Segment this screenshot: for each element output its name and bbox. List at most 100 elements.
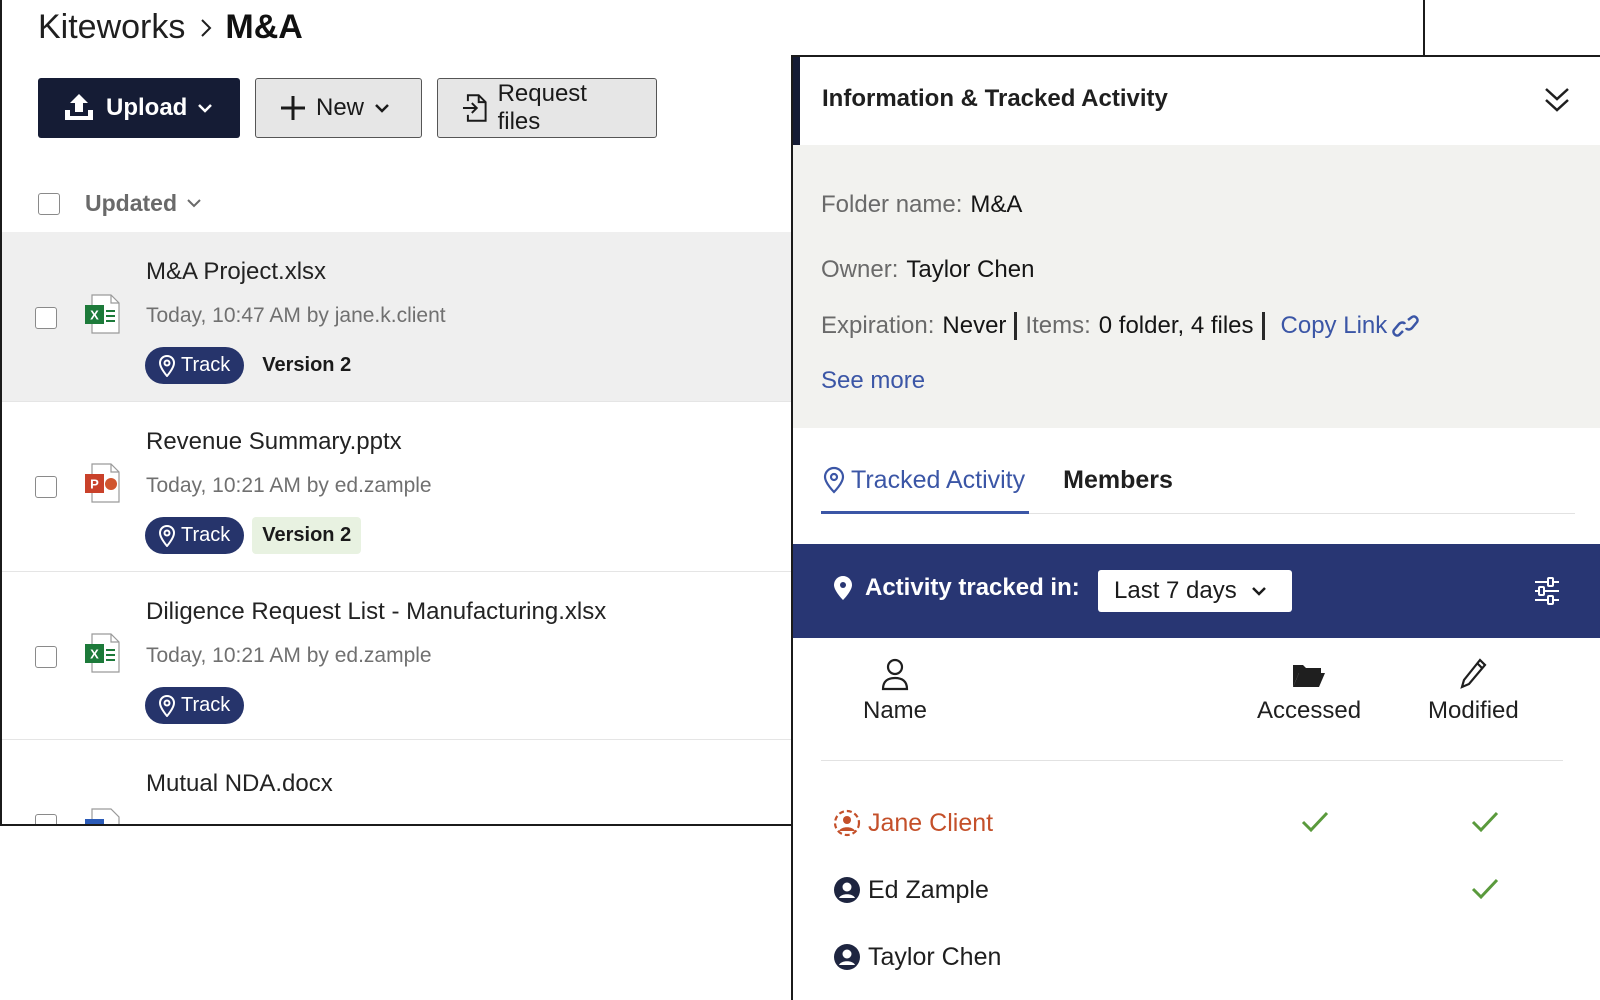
modified-check-icon <box>1471 878 1499 900</box>
location-pin-icon <box>159 524 175 547</box>
list-header: Updated <box>38 190 201 217</box>
modified-check-icon <box>1471 811 1499 833</box>
folder-info: Folder name: M&A Owner: Taylor Chen Expi… <box>793 145 1600 428</box>
file-meta: Today, 10:21 AM by ed.zample <box>146 644 432 667</box>
filter-label-group: Activity tracked in: <box>833 574 1080 602</box>
link-icon <box>1392 315 1419 337</box>
upload-label: Upload <box>106 94 188 121</box>
chevron-down-icon <box>375 104 389 113</box>
excel-file-icon: X <box>85 633 120 673</box>
copy-link-label: Copy Link <box>1280 312 1388 339</box>
folder-open-icon <box>1293 665 1326 687</box>
breadcrumb-current: M&A <box>225 8 303 46</box>
svg-text:P: P <box>90 477 99 492</box>
file-tags: Track Version 2 <box>145 517 362 554</box>
version-badge: Version 2 <box>252 517 362 554</box>
track-badge[interactable]: Track <box>145 347 245 384</box>
see-more-link[interactable]: See more <box>821 367 925 395</box>
divider <box>1014 312 1018 340</box>
activity-row[interactable]: Taylor Chen <box>833 927 1568 987</box>
copy-link[interactable]: Copy Link <box>1281 312 1422 340</box>
track-label: Track <box>181 524 231 546</box>
info-panel: Information & Tracked Activity Folder na… <box>791 55 1600 1000</box>
new-button[interactable]: New <box>255 78 422 138</box>
location-pin-icon <box>823 466 845 494</box>
owner-value: Taylor Chen <box>906 256 1035 283</box>
svg-text:W: W <box>89 823 101 827</box>
panel-header: Information & Tracked Activity <box>793 57 1600 145</box>
row-checkbox[interactable] <box>35 646 57 668</box>
expiration-label: Expiration: <box>821 312 935 339</box>
breadcrumb-root[interactable]: Kiteworks <box>38 8 185 47</box>
request-files-button[interactable]: Request files <box>437 78 657 138</box>
expiration-value: Never <box>942 312 1007 339</box>
upload-button[interactable]: Upload <box>38 78 240 138</box>
panel-tabs: Tracked Activity Members <box>821 462 1575 514</box>
member-name: Jane Client <box>833 809 993 838</box>
select-all-checkbox[interactable] <box>38 192 60 215</box>
member-name: Ed Zample <box>833 876 989 905</box>
plus-icon <box>281 96 305 120</box>
member-name-label: Taylor Chen <box>868 942 1002 971</box>
pencil-icon <box>1460 658 1487 689</box>
chevron-down-icon <box>198 104 213 113</box>
version-badge: Version 2 <box>262 354 352 376</box>
owner-row: Owner: Taylor Chen <box>821 256 1034 284</box>
activity-table-header: Name Accessed Modified <box>821 657 1563 761</box>
row-checkbox[interactable] <box>35 476 57 498</box>
track-label: Track <box>181 694 231 716</box>
tab-tracked-activity-label: Tracked Activity <box>851 466 1026 494</box>
location-pin-icon <box>159 354 175 377</box>
filter-label: Activity tracked in: <box>865 574 1080 601</box>
member-name: Taylor Chen <box>833 943 1001 972</box>
file-name[interactable]: Diligence Request List - Manufacturing.x… <box>146 598 606 626</box>
modified-column-header: Modified <box>1428 657 1519 725</box>
upload-icon <box>65 94 93 120</box>
new-label: New <box>316 94 365 121</box>
tab-members[interactable]: Members <box>1063 462 1173 514</box>
accessed-column-header: Accessed <box>1257 657 1361 725</box>
file-name[interactable]: Revenue Summary.pptx <box>146 428 402 456</box>
svg-text:X: X <box>90 647 99 662</box>
track-badge[interactable]: Track <box>145 517 245 554</box>
person-icon <box>881 658 909 691</box>
request-file-icon <box>462 94 487 122</box>
tab-tracked-activity[interactable]: Tracked Activity <box>821 462 1030 514</box>
activity-row[interactable]: Ed Zample <box>833 860 1568 920</box>
toolbar: Upload New Request files <box>38 78 657 138</box>
chevron-down-icon <box>187 199 201 208</box>
owner-label: Owner: <box>821 256 899 283</box>
chevron-right-icon <box>199 18 213 38</box>
activity-row[interactable]: Jane Client <box>833 793 1568 853</box>
file-tags: Track <box>145 687 245 724</box>
word-file-icon: W <box>85 808 120 827</box>
row-checkbox[interactable] <box>35 814 57 824</box>
folder-name-label: Folder name: <box>821 191 963 218</box>
file-name[interactable]: M&A Project.xlsx <box>146 258 326 286</box>
chevron-down-icon <box>1251 587 1266 596</box>
row-checkbox[interactable] <box>35 307 57 329</box>
panel-title: Information & Tracked Activity <box>822 85 1168 112</box>
file-meta: Today, 10:47 AM by jane.k.client <box>146 304 446 327</box>
sort-label: Updated <box>85 190 177 216</box>
collapse-chevrons-icon[interactable] <box>1544 85 1570 115</box>
track-badge[interactable]: Track <box>145 687 245 724</box>
name-column-label: Name <box>863 697 928 724</box>
modified-column-label: Modified <box>1428 697 1519 724</box>
expiration-row: Expiration: Never Items: 0 folder, 4 fil… <box>821 312 1421 340</box>
activity-filter-bar: Activity tracked in: Last 7 days <box>793 544 1600 638</box>
date-range-select[interactable]: Last 7 days <box>1098 570 1292 612</box>
svg-text:X: X <box>90 308 99 323</box>
excel-file-icon: X <box>85 294 120 334</box>
sort-dropdown[interactable]: Updated <box>85 190 201 217</box>
accessed-check-icon <box>1301 811 1329 833</box>
filter-settings-icon[interactable] <box>1532 576 1562 606</box>
folder-name-value: M&A <box>970 191 1023 218</box>
location-pin-icon <box>834 576 852 600</box>
divider <box>1261 312 1265 340</box>
request-files-label: Request files <box>497 80 587 135</box>
track-label: Track <box>181 354 231 376</box>
file-name[interactable]: Mutual NDA.docx <box>146 770 333 798</box>
items-label: Items: <box>1025 312 1091 339</box>
accessed-column-label: Accessed <box>1257 697 1362 724</box>
